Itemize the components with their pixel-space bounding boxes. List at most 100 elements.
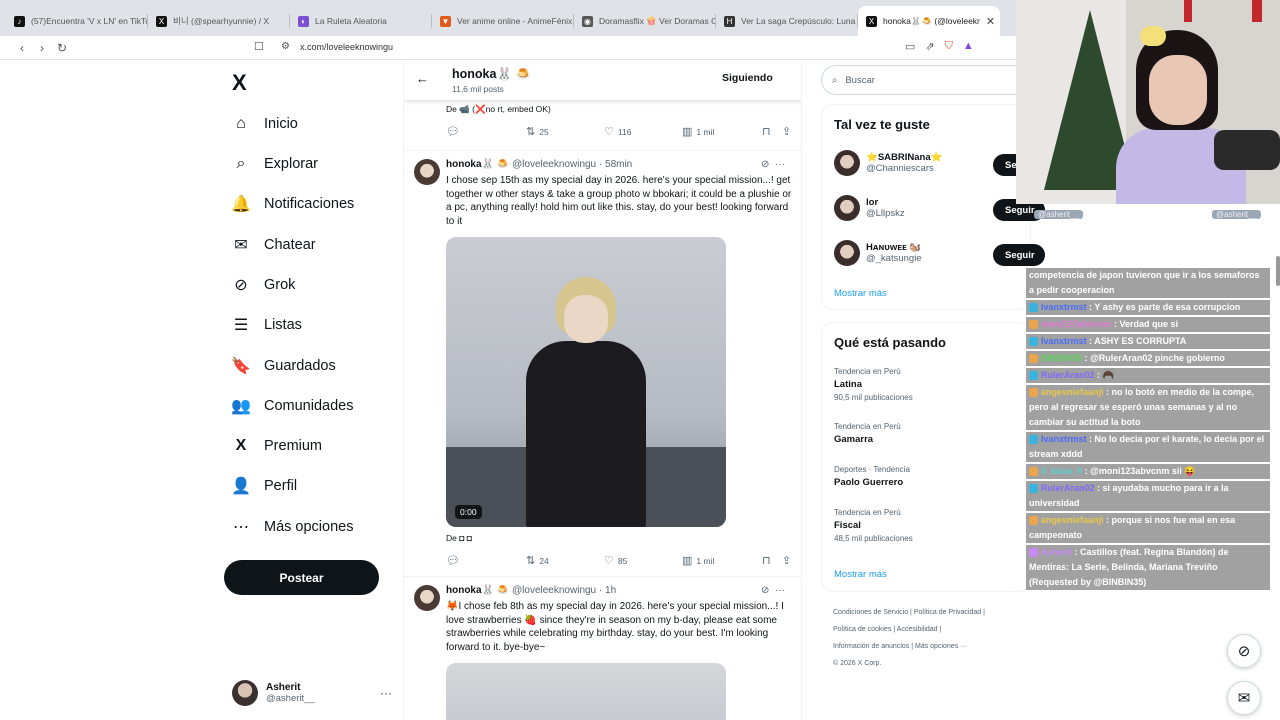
footer-link[interactable]: Condiciones de Servicio: [833, 609, 908, 616]
browser-tab-active[interactable]: Xhonoka🐰🍮 (@loveleekr ✕: [858, 6, 1000, 36]
suggested-account[interactable]: ⭐SABRINana⭐ @Channiescars: [834, 150, 942, 176]
forward-icon[interactable]: ›: [32, 41, 52, 55]
footer-link[interactable]: Política de cookies: [833, 626, 891, 633]
trend-item[interactable]: Tendencia en Perú Fiscal 48,5 mil publicac…: [834, 508, 913, 543]
grok-icon[interactable]: ⊘: [761, 159, 769, 170]
nav-item-mas-opciones[interactable]: ⋯ Más opciones: [232, 515, 353, 539]
nav-item-listas[interactable]: ☰ Listas: [232, 313, 302, 337]
account-name: Asherit: [266, 682, 301, 693]
share-icon[interactable]: ⇗: [925, 40, 934, 53]
x-logo-icon: X: [866, 15, 877, 27]
bookmark-icon[interactable]: ☐: [254, 40, 264, 53]
rewards-icon[interactable]: ▲: [963, 40, 974, 53]
browser-tab[interactable]: ◉ Doramasflix 🍿 Ver Doramas O: [574, 6, 716, 36]
tweet[interactable]: honoka🐰 🍮 @loveleeknowingu · 58min ⊘ ···…: [404, 150, 801, 576]
avatar[interactable]: [414, 159, 440, 185]
more-icon[interactable]: ···: [775, 585, 785, 596]
suggested-account[interactable]: Hᴀɴᴜᴡᴇᴇ 🐿️ @_katsungie: [834, 240, 922, 266]
chat-message: BINBIN35 : @RulerAran02 pinche gobierno: [1026, 351, 1270, 366]
share-button[interactable]: ⇪: [782, 125, 791, 138]
tweet[interactable]: honoka🐰 🍮 @loveleeknowingu · 1h ⊘ ··· 🦊I…: [404, 576, 801, 720]
repost-button[interactable]: ⇅ 25: [526, 125, 549, 138]
url-field[interactable]: x.com/loveleeknowingu: [300, 42, 393, 52]
following-button[interactable]: Siguiendo: [722, 72, 773, 84]
chat-username: Ivanxtrmst: [1041, 302, 1087, 312]
nav-item-premium[interactable]: X Premium: [232, 434, 322, 458]
nav-item-explorar[interactable]: ⌕ Explorar: [232, 152, 318, 176]
back-arrow-icon[interactable]: ←: [416, 71, 429, 86]
cast-icon[interactable]: ▭: [905, 40, 915, 53]
bookmark-button[interactable]: ⊓: [762, 554, 771, 567]
grok-icon[interactable]: ⊘: [761, 585, 769, 596]
tab-title: honoka🐰🍮 (@loveleekr: [883, 15, 980, 26]
trend-item[interactable]: Tendencia en Perú Gamarra: [834, 422, 901, 445]
avatar[interactable]: [414, 585, 440, 611]
follow-button[interactable]: Seguir: [993, 244, 1045, 266]
trend-item[interactable]: Tendencia en Perú Latina 90,5 mil publicac…: [834, 367, 913, 402]
trend-title: Latina: [834, 379, 862, 390]
tab-title: Doramasflix 🍿 Ver Doramas O: [599, 15, 716, 26]
repost-button[interactable]: ⇅ 24: [526, 554, 549, 567]
footer-link[interactable]: Accesibilidad: [897, 626, 938, 633]
browser-tab[interactable]: H Ver La saga Crepúsculo: Luna N: [716, 6, 858, 36]
reply-button[interactable]: 💬︎: [446, 554, 460, 567]
show-more-link[interactable]: Mostrar más: [834, 569, 887, 580]
roulette-icon: ◐: [298, 15, 309, 27]
browser-tab[interactable]: X 비니 (@spearhyunnie) / X: [148, 6, 290, 36]
post-button[interactable]: Postear: [224, 560, 379, 595]
back-icon[interactable]: ‹: [12, 41, 32, 55]
tweet-image[interactable]: [446, 663, 726, 720]
site-settings-icon[interactable]: ⚙: [281, 41, 290, 52]
x-logo-icon[interactable]: X: [232, 70, 247, 96]
page-scrollbar[interactable]: [1276, 256, 1280, 286]
more-icon[interactable]: ···: [775, 159, 785, 170]
nav-item-notificaciones[interactable]: 🔔 Notificaciones: [231, 192, 354, 216]
chat-badge-icon: [1029, 337, 1038, 347]
footer-link[interactable]: Más opciones ···: [915, 643, 967, 650]
like-button[interactable]: ♡ 116: [604, 125, 631, 138]
tweet-header-icons: ⊘ ···: [761, 585, 785, 596]
reply-button[interactable]: 💬︎: [446, 125, 460, 138]
nav-item-comunidades[interactable]: 👥 Comunidades: [231, 394, 353, 418]
browser-tab[interactable]: ▼ Ver anime online - AnimeFénix: [432, 6, 574, 36]
browser-tab[interactable]: ♪ (57)Encuentra 'V x LN' en TikTo: [6, 6, 148, 36]
account-switcher[interactable]: Asherit @asherit__ ···: [232, 680, 392, 706]
show-more-link[interactable]: Mostrar más: [834, 288, 887, 299]
account-name: lor: [866, 197, 879, 208]
tweet-video[interactable]: 0:00: [446, 237, 726, 527]
like-button[interactable]: ♡ 85: [604, 554, 627, 567]
nav-item-chatear[interactable]: ✉ Chatear: [232, 233, 315, 257]
footer-link[interactable]: Información de anuncios: [833, 643, 909, 650]
tweet-source: De 📹 (❌no rt, embed OK): [446, 104, 551, 114]
reload-icon[interactable]: ↻: [52, 41, 72, 55]
tweet-author[interactable]: honoka🐰 🍮: [446, 159, 509, 170]
chat-badge-icon: [1029, 435, 1038, 445]
search-input[interactable]: ⌕ Buscar: [821, 65, 1031, 95]
brave-shield-icon[interactable]: ⛉: [945, 40, 953, 53]
trend-item[interactable]: Deportes · Tendencia Paolo Guerrero: [834, 465, 910, 488]
close-tab-icon[interactable]: ✕: [986, 15, 995, 28]
views-button[interactable]: ▥ 1 mil: [682, 125, 714, 138]
chat-text: : @RulerAran02 pinche gobierno: [1084, 353, 1225, 363]
nav-item-perfil[interactable]: 👤 Perfil: [231, 474, 297, 498]
nav-item-inicio[interactable]: ⌂ Inicio: [232, 112, 298, 136]
share-button[interactable]: ⇪: [782, 554, 791, 567]
repost-icon: ⇅: [526, 555, 536, 567]
views-button[interactable]: ▥ 1 mil: [682, 554, 714, 567]
more-icon[interactable]: ···: [380, 686, 392, 700]
nav-item-guardados[interactable]: 🔖 Guardados: [231, 354, 336, 378]
bookmark-button[interactable]: ⊓: [762, 125, 771, 138]
tab-title: 비니 (@spearhyunnie) / X: [173, 16, 270, 26]
messages-float-button[interactable]: ✉: [1227, 681, 1261, 715]
chat-badge-icon: [1029, 320, 1038, 330]
tweet-author[interactable]: honoka🐰 🍮: [446, 585, 509, 596]
nav-label: Listas: [264, 317, 302, 333]
suggested-account[interactable]: lor @Lllpskz: [834, 195, 905, 221]
heart-icon: ♡: [604, 126, 614, 138]
grok-float-button[interactable]: ⊘: [1227, 634, 1261, 668]
nav-item-grok[interactable]: ⊘ Grok: [232, 273, 295, 297]
footer-link[interactable]: Política de Privacidad: [914, 609, 981, 616]
browser-tab[interactable]: ◐ La Ruleta Aleatoria: [290, 6, 432, 36]
view-count: 1 mil: [696, 555, 715, 566]
chat-badge-icon: [1029, 303, 1038, 313]
